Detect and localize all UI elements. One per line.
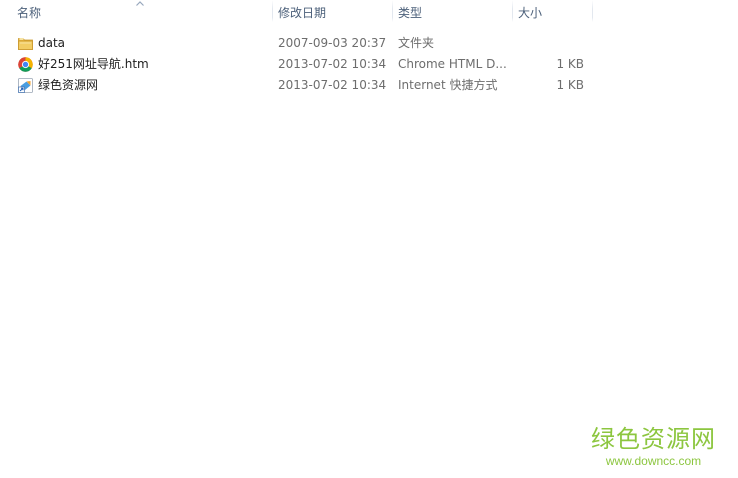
column-header-type[interactable]: 类型 xyxy=(392,0,512,24)
file-type: Internet 快捷方式 xyxy=(398,78,498,92)
column-header-type-label: 类型 xyxy=(398,6,423,20)
column-header-size[interactable]: 大小 xyxy=(512,0,592,24)
file-row-data[interactable]: data 2007-09-03 20:37 文件夹 xyxy=(0,33,592,54)
watermark-url: www.downcc.com xyxy=(605,454,702,468)
watermark: 绿色资源网 www.downcc.com xyxy=(591,424,716,468)
chrome-icon xyxy=(18,57,33,72)
internet-shortcut-icon xyxy=(18,78,33,93)
column-divider[interactable] xyxy=(592,0,593,22)
column-header-date[interactable]: 修改日期 xyxy=(272,0,392,24)
column-header-name-label: 名称 xyxy=(17,6,42,20)
folder-icon xyxy=(18,38,33,50)
file-name: 好251网址导航.htm xyxy=(38,57,149,71)
file-size xyxy=(512,33,584,54)
column-header-size-label: 大小 xyxy=(518,6,543,20)
file-type: 文件夹 xyxy=(398,36,435,50)
file-row-shortcut[interactable]: 绿色资源网 2013-07-02 10:34 Internet 快捷方式 1 K… xyxy=(0,75,592,96)
file-date: 2013-07-02 10:34 xyxy=(278,78,387,92)
sort-ascending-icon xyxy=(136,1,144,6)
file-name: 绿色资源网 xyxy=(38,78,99,92)
column-header-date-label: 修改日期 xyxy=(278,6,327,20)
file-row-htm[interactable]: 好251网址导航.htm 2013-07-02 10:34 Chrome HTM… xyxy=(0,54,592,75)
file-name: data xyxy=(38,36,66,50)
file-type: Chrome HTML D... xyxy=(398,57,507,71)
column-header-bar: 名称 修改日期 类型 大小 xyxy=(0,0,738,24)
file-date: 2007-09-03 20:37 xyxy=(278,36,387,50)
file-date: 2013-07-02 10:34 xyxy=(278,57,387,71)
file-size: 1 KB xyxy=(556,78,584,92)
file-size: 1 KB xyxy=(556,57,584,71)
watermark-title: 绿色资源网 xyxy=(591,425,716,453)
